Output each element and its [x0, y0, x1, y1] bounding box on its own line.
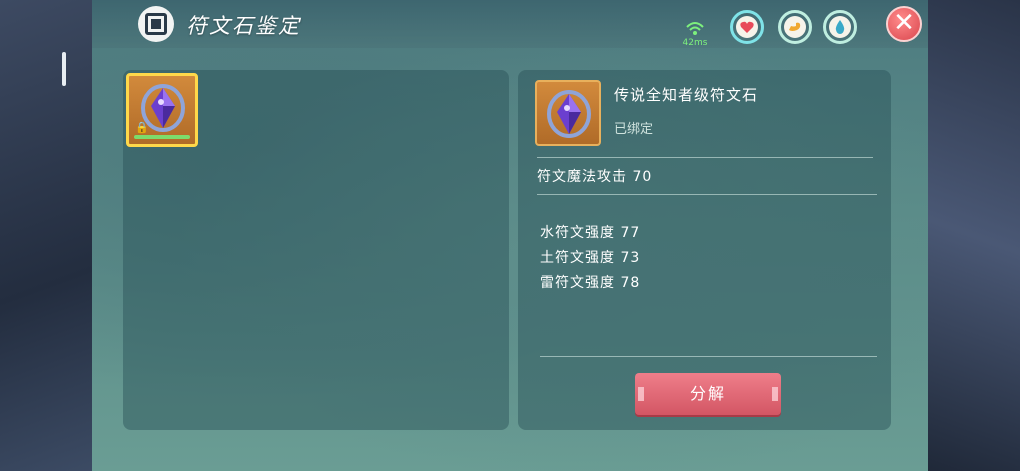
- divider: [537, 157, 873, 158]
- detail-item-icon: [535, 80, 601, 146]
- background-rock-right: [925, 0, 1020, 471]
- item-name: 传说全知者级符文石: [614, 86, 759, 104]
- main-stat: 符文魔法攻击 70: [537, 169, 653, 185]
- button-right-decor: [772, 387, 778, 401]
- lock-icon: 🔒: [135, 121, 149, 134]
- purple-rune-stone-icon: [547, 90, 591, 138]
- close-button[interactable]: ✕: [886, 6, 922, 42]
- arm-icon: [784, 16, 806, 38]
- sub-stat: 雷符文强度 78: [540, 275, 641, 291]
- scroll-handle[interactable]: [62, 52, 66, 86]
- strength-status-button[interactable]: [778, 10, 812, 44]
- background-rock-left: [0, 0, 95, 471]
- sub-stat: 土符文强度 73: [540, 250, 641, 266]
- window-title: 符文石鉴定: [186, 14, 301, 38]
- sub-stat: 水符文强度 77: [540, 225, 641, 241]
- button-left-decor: [638, 387, 644, 401]
- divider: [540, 356, 877, 357]
- divider: [537, 194, 877, 195]
- water-drop-icon: [829, 16, 851, 38]
- ping-label: 42ms: [682, 38, 708, 48]
- health-status-button[interactable]: [730, 10, 764, 44]
- decompose-button[interactable]: 分解: [635, 373, 781, 415]
- wifi-icon: [686, 22, 704, 35]
- identify-icon: [138, 6, 174, 42]
- decompose-label: 分解: [689, 384, 726, 403]
- water-status-button[interactable]: [823, 10, 857, 44]
- bound-status: 已绑定: [614, 122, 654, 137]
- network-status: 42ms: [680, 20, 710, 50]
- slot-status-bar: [134, 135, 190, 139]
- heart-icon: [736, 16, 758, 38]
- inventory-slot[interactable]: 🔒: [126, 73, 198, 147]
